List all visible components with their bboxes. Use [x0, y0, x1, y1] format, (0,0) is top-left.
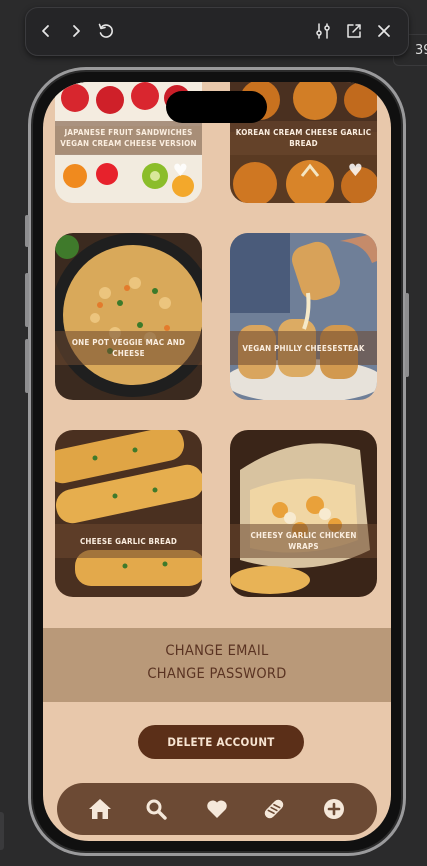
reload-icon: [98, 23, 113, 38]
volume-down-button: [25, 339, 29, 393]
recipe-photo: [55, 430, 202, 597]
tab-add-recipe[interactable]: [321, 796, 347, 822]
tab-recipes[interactable]: [261, 796, 287, 822]
close-icon: [378, 25, 390, 37]
delete-account-button[interactable]: DELETE ACCOUNT: [138, 725, 304, 759]
recipe-title: JAPANESE FRUIT SANDWICHES VEGAN CREAM CH…: [55, 121, 202, 155]
chevron-left-icon: [42, 25, 49, 37]
heart-icon: [207, 800, 227, 818]
dynamic-island: [166, 91, 267, 123]
app-screen: JAPANESE FRUIT SANDWICHES VEGAN CREAM CH…: [43, 82, 391, 841]
recipe-title: VEGAN PHILLY CHEESESTEAK: [230, 331, 377, 365]
forward-button[interactable]: [64, 19, 88, 43]
home-icon: [89, 799, 111, 819]
sliders-icon: [316, 23, 330, 39]
mute-switch: [25, 215, 29, 247]
recipe-title: CHEESY GARLIC CHICKEN WRAPS: [230, 524, 377, 558]
account-settings-section: CHANGE EMAIL CHANGE PASSWORD: [43, 628, 391, 702]
bread-icon: [264, 799, 284, 819]
change-email-link[interactable]: CHANGE EMAIL: [43, 643, 391, 659]
settings-button[interactable]: [311, 19, 335, 43]
plus-circle-icon: [324, 799, 344, 819]
change-password-link[interactable]: CHANGE PASSWORD: [43, 666, 391, 682]
recipe-title: ONE POT VEGGIE MAC AND CHEESE: [55, 331, 202, 365]
side-chip-text: 39: [415, 43, 427, 58]
volume-up-button: [25, 273, 29, 327]
recipe-card-chicken-wraps[interactable]: CHEESY GARLIC CHICKEN WRAPS: [230, 430, 377, 597]
close-button[interactable]: [372, 19, 396, 43]
reload-button[interactable]: [94, 19, 118, 43]
heart-icon[interactable]: ♥: [348, 163, 363, 180]
heart-icon[interactable]: ♥: [173, 163, 188, 180]
chevron-right-icon: [73, 25, 80, 37]
recipe-title: CHEESE GARLIC BREAD: [55, 524, 202, 558]
window-toolbar: [25, 7, 409, 56]
recipe-photo: [55, 233, 202, 400]
search-icon: [146, 799, 167, 820]
tab-home[interactable]: [87, 796, 113, 822]
tab-search[interactable]: [143, 796, 169, 822]
recipe-card-philly-cheesesteak[interactable]: VEGAN PHILLY CHEESESTEAK: [230, 233, 377, 400]
power-button: [405, 293, 409, 377]
recipe-photo: [230, 233, 377, 400]
recipe-card-veggie-mac[interactable]: ONE POT VEGGIE MAC AND CHEESE: [55, 233, 202, 400]
open-external-button[interactable]: [342, 19, 366, 43]
bottom-tab-bar: [57, 783, 377, 835]
recipe-title: KOREAN CREAM CHEESE GARLIC BREAD: [230, 121, 377, 155]
side-edge-handle[interactable]: [0, 812, 4, 850]
back-button[interactable]: [34, 19, 58, 43]
recipe-photo: [230, 430, 377, 597]
tab-favorites[interactable]: [204, 796, 230, 822]
phone-frame: JAPANESE FRUIT SANDWICHES VEGAN CREAM CH…: [25, 67, 409, 856]
recipe-card-cheese-garlic-bread[interactable]: CHEESE GARLIC BREAD: [55, 430, 202, 597]
open-external-icon: [347, 24, 361, 38]
